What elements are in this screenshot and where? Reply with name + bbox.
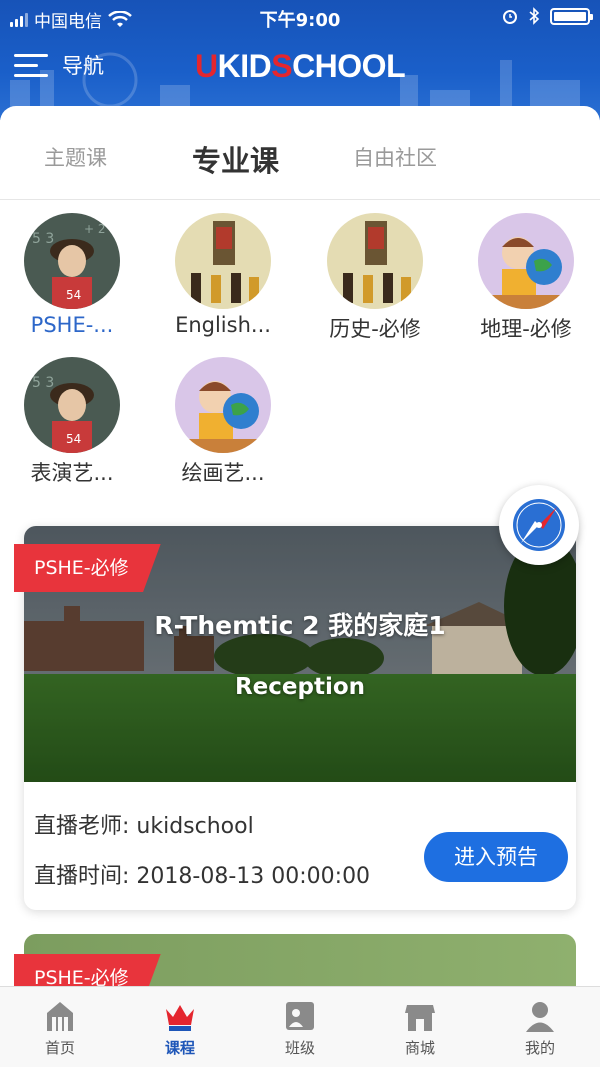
live-course-card[interactable]: R-Themtic 2 我的家庭1 Reception PSHE-必修 直播老师… bbox=[14, 526, 576, 910]
tab-label: 课程 bbox=[164, 1039, 195, 1057]
tab-label: 我的 bbox=[524, 1039, 555, 1057]
app-header: 中国电信 下午9:00 导航 UKIDSCHOOL bbox=[0, 0, 600, 120]
live-teacher: 直播老师: ukidschool bbox=[34, 814, 254, 839]
course-label: 地理-必修 bbox=[480, 317, 572, 341]
enter-preview-button[interactable]: 进入预告 bbox=[424, 832, 568, 882]
svg-text:54: 54 bbox=[66, 288, 81, 302]
course-item-english[interactable]: English... bbox=[153, 213, 293, 337]
hamburger-icon bbox=[14, 52, 48, 78]
course-tag: PSHE-必修 bbox=[14, 544, 161, 592]
tab-courses[interactable]: 课程 bbox=[140, 999, 220, 1058]
ukidschool-logo: UKIDSCHOOL bbox=[195, 48, 406, 84]
course-tabs: 主题课 专业课 自由社区 bbox=[0, 106, 600, 200]
compass-icon[interactable] bbox=[499, 485, 579, 565]
tab-profile[interactable]: 我的 bbox=[500, 999, 580, 1058]
tab-theme-course[interactable]: 主题课 bbox=[44, 142, 107, 172]
course-title: R-Themtic 2 我的家庭1 bbox=[154, 611, 446, 640]
tab-label: 班级 bbox=[284, 1039, 315, 1057]
tab-free-community[interactable]: 自由社区 bbox=[353, 142, 437, 172]
alarm-icon bbox=[503, 10, 517, 24]
profile-icon bbox=[526, 1002, 554, 1032]
next-course-card[interactable]: PSHE-必修 bbox=[14, 934, 576, 986]
svg-text:5 3: 5 3 bbox=[32, 375, 54, 391]
course-label: 历史-必修 bbox=[329, 317, 421, 341]
course-label: 绘画艺... bbox=[181, 461, 265, 485]
course-item-performance-art[interactable]: 5 3 54 表演艺... bbox=[2, 357, 142, 487]
shop-icon bbox=[405, 1005, 435, 1031]
live-time: 直播时间: 2018-08-13 00:00:00 bbox=[34, 864, 371, 889]
course-label: 表演艺... bbox=[30, 461, 114, 485]
course-tag: PSHE-必修 bbox=[14, 954, 161, 986]
tab-home[interactable]: 首页 bbox=[20, 999, 100, 1058]
boy-portrait-icon: 5 3 + 2 54 bbox=[24, 213, 120, 309]
battery-icon bbox=[550, 7, 593, 25]
status-bar: 中国电信 下午9:00 bbox=[0, 0, 600, 34]
course-subtitle: Reception bbox=[234, 674, 366, 700]
boy-globe-icon bbox=[175, 357, 271, 453]
boy-portrait-icon: 5 3 54 bbox=[24, 357, 120, 453]
bottom-tab-bar: 首页 课程 班级 商城 我的 bbox=[0, 986, 600, 1067]
course-item-painting-art[interactable]: 绘画艺... bbox=[153, 357, 293, 487]
bluetooth-icon bbox=[529, 7, 540, 25]
tab-label: 首页 bbox=[44, 1039, 75, 1057]
svg-text:5 3: 5 3 bbox=[32, 231, 54, 247]
nav-bar: 导航 UKIDSCHOOL bbox=[0, 40, 600, 96]
nav-label: 导航 bbox=[62, 54, 104, 78]
crown-icon bbox=[166, 1005, 194, 1031]
svg-text:+ 2: + 2 bbox=[84, 222, 106, 236]
tab-professional-course[interactable]: 专业课 bbox=[192, 138, 279, 180]
boy-globe-icon bbox=[478, 213, 574, 309]
course-item-pshe[interactable]: 5 3 + 2 54 PSHE-... bbox=[2, 213, 142, 337]
svg-text:54: 54 bbox=[66, 432, 81, 446]
tab-class[interactable]: 班级 bbox=[260, 999, 340, 1058]
nav-menu-button[interactable]: 导航 bbox=[14, 50, 104, 80]
class-icon bbox=[286, 1002, 314, 1030]
home-icon bbox=[47, 1002, 73, 1031]
course-label: English... bbox=[175, 313, 271, 337]
main-content: 主题课 专业课 自由社区 5 3 + 2 54 PSHE-... English… bbox=[0, 106, 600, 986]
tab-shop[interactable]: 商城 bbox=[380, 999, 460, 1058]
course-label: PSHE-... bbox=[30, 313, 114, 337]
course-item-history[interactable]: 历史-必修 bbox=[305, 213, 445, 343]
course-item-geography[interactable]: 地理-必修 bbox=[456, 213, 596, 343]
tab-label: 商城 bbox=[404, 1039, 435, 1057]
book-cover-icon bbox=[327, 213, 423, 309]
book-cover-icon bbox=[175, 213, 271, 309]
